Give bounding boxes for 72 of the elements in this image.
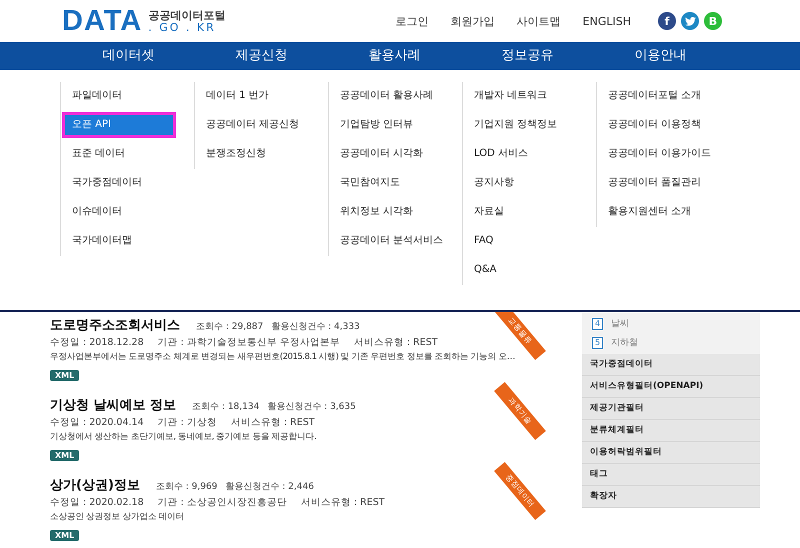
menu-item[interactable]: 분쟁조정신청 <box>196 141 310 167</box>
menu-item[interactable]: LOD 서비스 <box>464 141 578 167</box>
menu-item[interactable]: 표준 데이터 <box>62 141 176 167</box>
filter-section-header[interactable]: 제공기관필터 <box>582 398 760 420</box>
menu-item[interactable]: 공공데이터 품질관리 <box>598 170 712 196</box>
modified-date: 수정일 : 2020.02.18 <box>50 496 144 509</box>
filter-section-header[interactable]: 태그 <box>582 464 760 486</box>
filter-section-header[interactable]: 국가중점데이터 <box>582 354 760 376</box>
filter-section-header[interactable]: 서비스유형필터(OPENAPI) <box>582 376 760 398</box>
agency-text: 기관 : 소상공인시장진흥공단 <box>158 496 287 509</box>
nav-menu-item[interactable]: 정보공유 <box>461 42 594 70</box>
service-type-text: 서비스유형 : REST <box>354 336 438 349</box>
menu-item[interactable]: 이슈데이터 <box>62 199 176 225</box>
format-tag[interactable]: XML <box>50 370 80 381</box>
view-count: 조회수 : 29,887 <box>196 321 264 333</box>
menu-item[interactable]: 파일데이터 <box>62 83 176 109</box>
filter-section-header[interactable]: 이용허락범위필터 <box>582 442 760 464</box>
menu-item[interactable]: 공공데이터포털 소개 <box>598 83 712 109</box>
menu-item[interactable]: 공공데이터 시각화 <box>330 141 444 167</box>
menu-item[interactable]: 공지사항 <box>464 170 578 196</box>
nav-menu-item[interactable]: 활용사례 <box>328 42 461 70</box>
menu-item[interactable]: 개발자 네트워크 <box>464 83 578 109</box>
twitter-bird-icon[interactable] <box>681 12 699 30</box>
keyword-link[interactable]: 날씨 <box>611 317 629 330</box>
keyword-link[interactable]: 지하철 <box>611 336 638 349</box>
view-count: 조회수 : 18,134 <box>192 401 260 413</box>
menu-item[interactable]: 공공데이터 분석서비스 <box>330 228 454 254</box>
header-link[interactable]: ENGLISH <box>582 14 631 28</box>
dataset-description: 기상청에서 생산하는 초단기예보, 동네예보, 중기예보 등을 제공합니다. <box>50 431 318 443</box>
menu-item[interactable]: 공공데이터 활용사례 <box>330 83 444 109</box>
filter-section-header[interactable]: 분류체계필터 <box>582 420 760 442</box>
application-count: 활용신청건수 : 4,333 <box>271 321 360 333</box>
header-link[interactable]: 회원가입 <box>450 14 495 28</box>
application-count: 활용신청건수 : 2,446 <box>225 481 314 493</box>
modified-date: 수정일 : 2018.12.28 <box>50 336 144 349</box>
dataset-title-link[interactable]: 상가(상권)정보 <box>50 476 140 494</box>
modified-date: 수정일 : 2020.04.14 <box>50 416 144 429</box>
filter-section-header[interactable]: 확장자 <box>582 486 760 508</box>
format-tag[interactable]: XML <box>50 530 80 541</box>
service-type-text: 서비스유형 : REST <box>300 496 385 509</box>
menu-item[interactable]: 국민참여지도 <box>330 170 444 196</box>
menu-item[interactable]: 자료실 <box>464 199 578 225</box>
menu-item[interactable]: 기업탐방 인터뷰 <box>330 112 444 138</box>
rank-number: 4 <box>592 318 603 330</box>
menu-item[interactable]: 국가데이터맵 <box>62 228 176 254</box>
menu-item[interactable]: 기업지원 정책정보 <box>464 112 578 138</box>
menu-item[interactable]: 공공데이터 제공신청 <box>196 112 310 138</box>
menu-item[interactable]: Q&A <box>464 257 578 283</box>
menu-item[interactable]: 국가중점데이터 <box>62 170 176 196</box>
agency-text: 기관 : 기상청 <box>158 416 217 429</box>
dataset-title-link[interactable]: 기상청 날씨예보 정보 <box>50 396 176 414</box>
dataset-description: 소상공인 상권정보 상가업소 데이터 <box>50 511 186 523</box>
header-link[interactable]: 사이트맵 <box>516 14 561 28</box>
service-type-text: 서비스유형 : REST <box>230 416 315 429</box>
agency-text: 기관 : 과학기술정보통신부 우정사업본부 <box>158 336 340 349</box>
rank-number: 5 <box>592 336 603 348</box>
header-link[interactable]: 로그인 <box>396 14 429 28</box>
menu-item[interactable]: 공공데이터 이용가이드 <box>598 141 722 167</box>
nav-menu-item[interactable]: 이용안내 <box>594 42 727 70</box>
menu-item[interactable]: 데이터 1 번가 <box>196 83 310 109</box>
view-count: 조회수 : 9,969 <box>156 481 218 493</box>
format-tag[interactable]: XML <box>50 450 80 461</box>
menu-item[interactable]: FAQ <box>464 228 578 254</box>
menu-item[interactable]: 위치정보 시각화 <box>330 199 444 225</box>
facebook-icon[interactable]: f <box>658 12 676 30</box>
dataset-title-link[interactable]: 도로명주소조회서비스 <box>50 316 180 334</box>
menu-item[interactable]: 공공데이터 이용정책 <box>598 112 712 138</box>
menu-item[interactable]: 활용지원센터 소개 <box>598 199 712 225</box>
nav-menu-item[interactable]: 데이터셋 <box>62 42 195 70</box>
nav-menu-item[interactable]: 제공신청 <box>195 42 328 70</box>
menu-item[interactable]: 오픈 API <box>62 112 176 138</box>
application-count: 활용신청건수 : 3,635 <box>267 401 356 413</box>
